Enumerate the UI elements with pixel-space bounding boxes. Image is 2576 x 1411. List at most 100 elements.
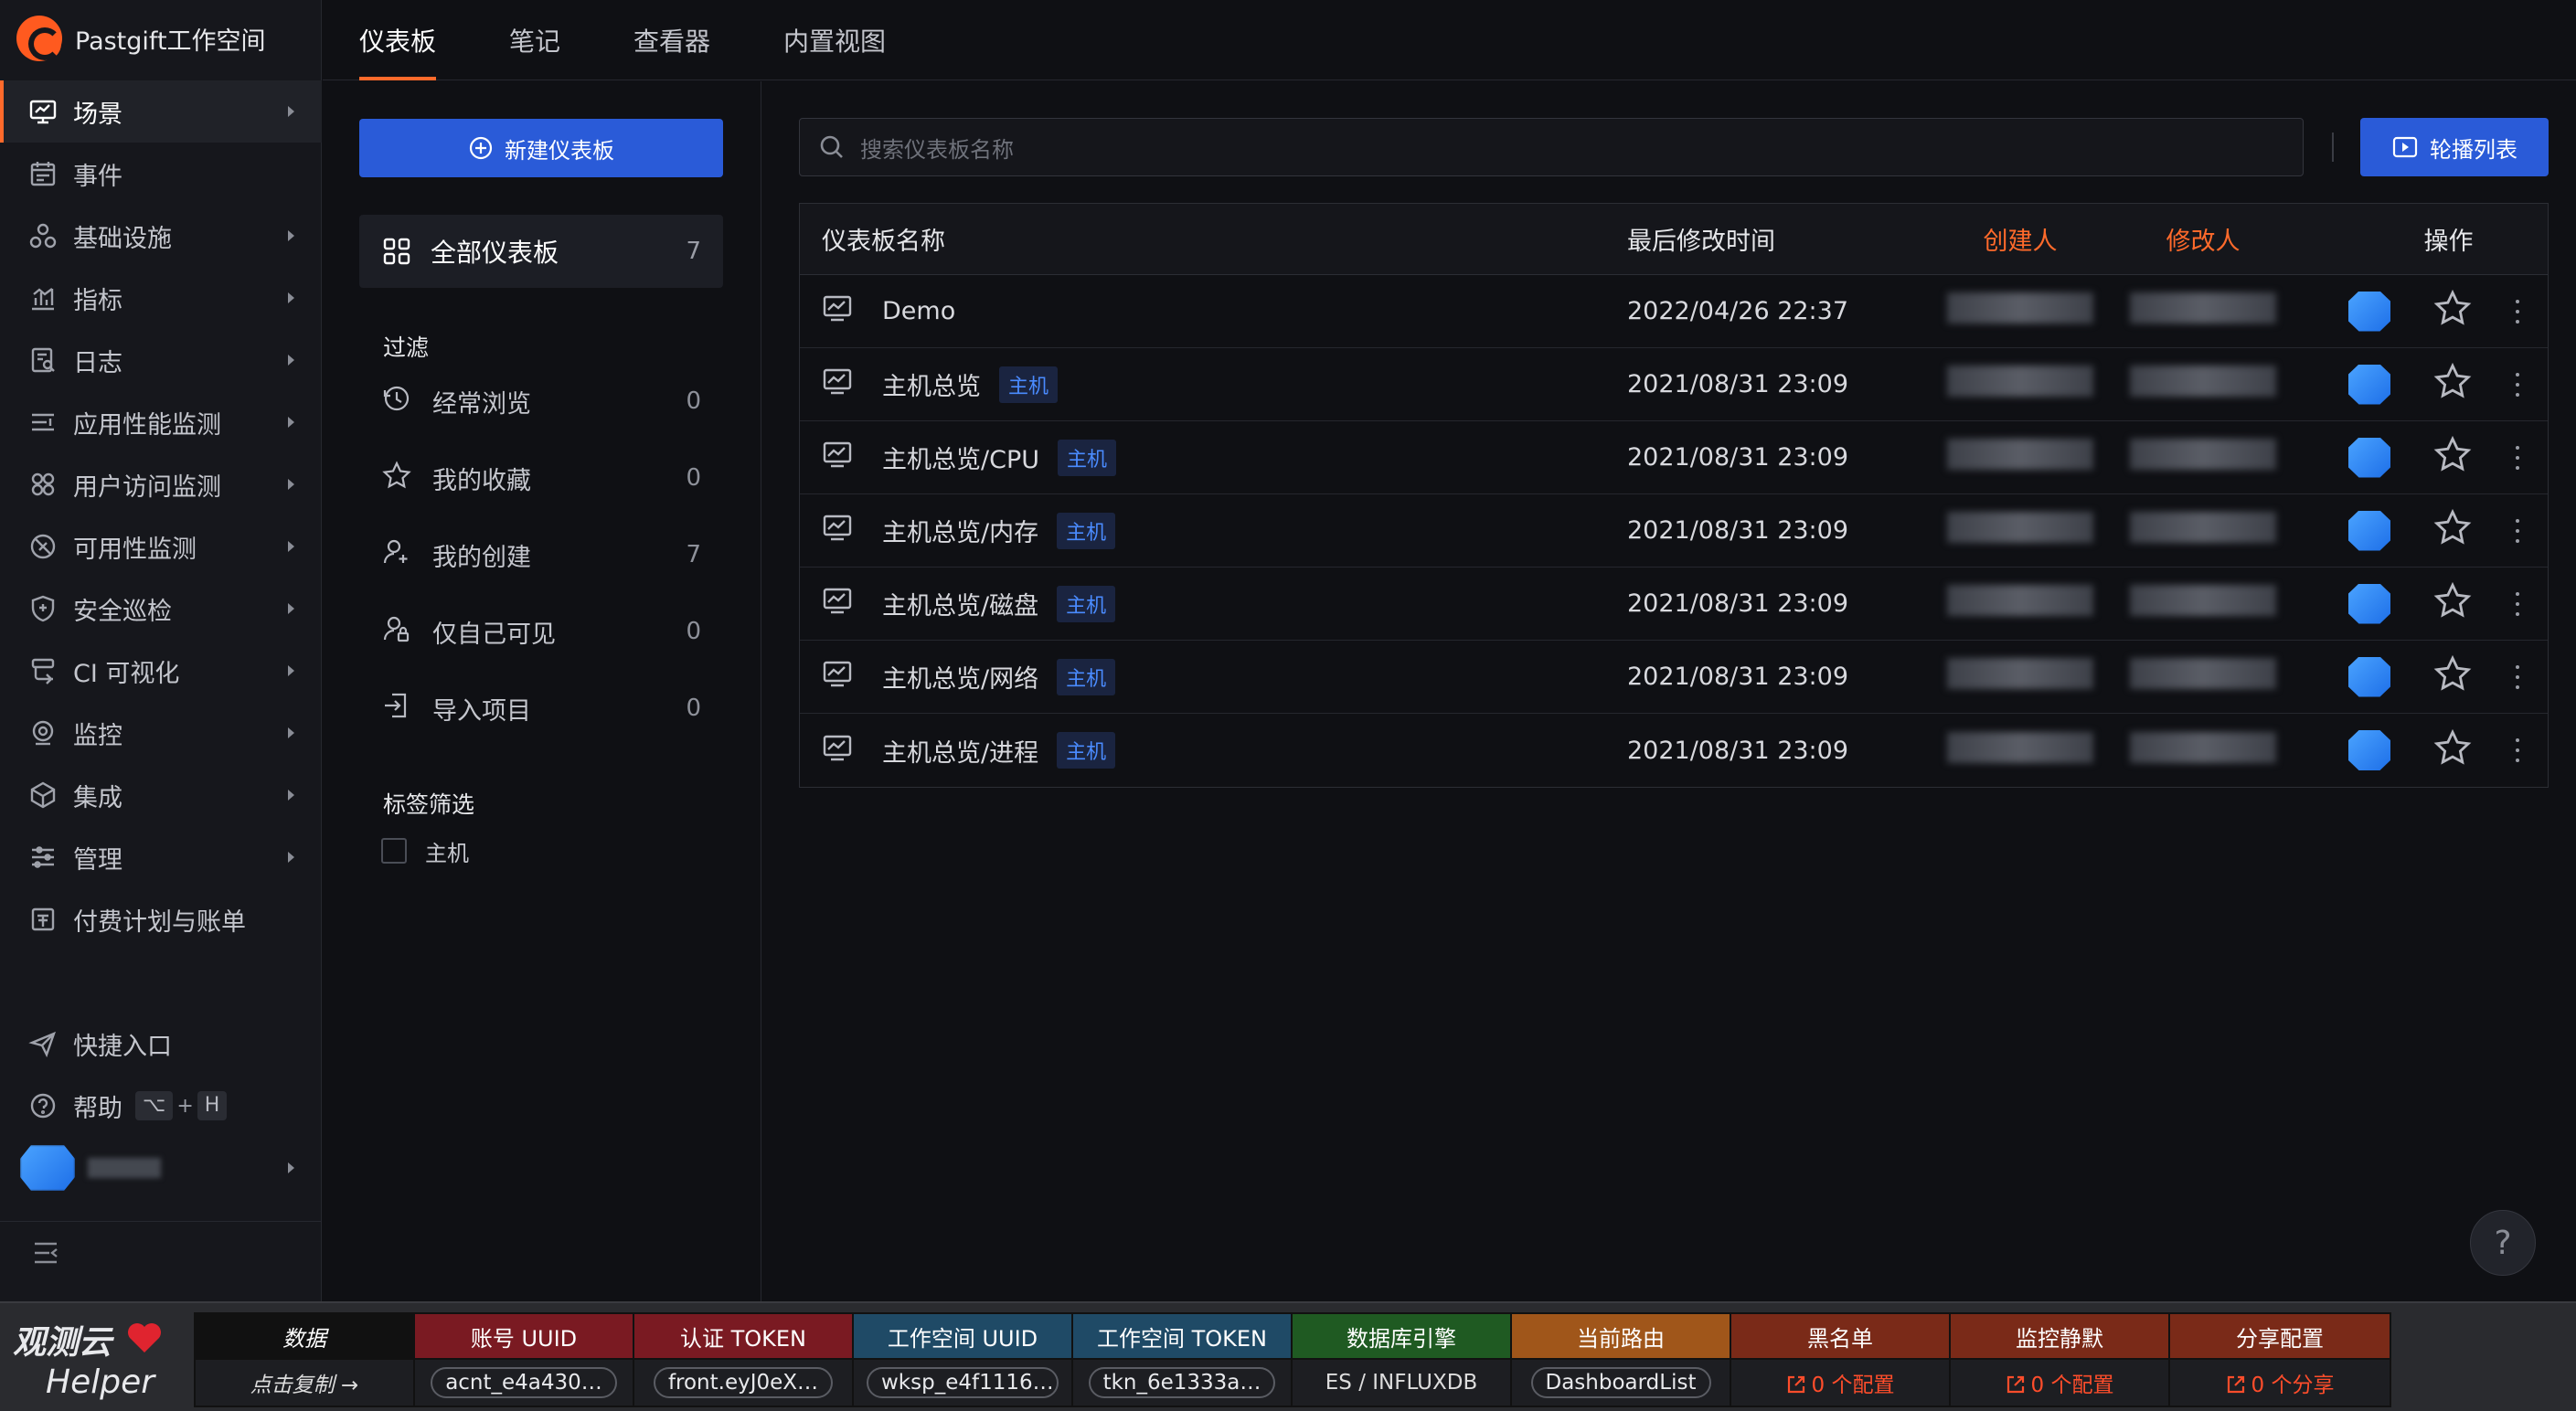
search-box[interactable]: 搜索仪表板名称 xyxy=(799,118,2304,176)
sidebar-item-11[interactable]: 集成 xyxy=(0,764,322,826)
tag-badge[interactable]: 主机 xyxy=(1057,732,1116,769)
sidebar-item-0[interactable]: 场景 xyxy=(0,80,322,143)
dashboard-filter-panel: 新建仪表板 全部仪表板 7 过滤 经常浏览 0 我的收藏 0 我的创建 7 仅自… xyxy=(323,81,761,1301)
tab-1[interactable]: 笔记 xyxy=(509,0,560,80)
workspace-header[interactable]: Pastgift工作空间 xyxy=(16,13,266,64)
table-row[interactable]: 主机总览/CPU 主机 2021/08/31 23:09 xyxy=(800,421,2548,494)
more-options-icon[interactable] xyxy=(2515,445,2520,470)
search-input[interactable]: 搜索仪表板名称 xyxy=(860,132,1014,164)
dashboard-name[interactable]: 主机总览/内存 xyxy=(882,513,1038,548)
view-icon[interactable] xyxy=(2348,583,2390,624)
helper-value-text[interactable]: 点击复制 → xyxy=(250,1367,359,1398)
workspace-name: Pastgift工作空间 xyxy=(75,27,266,56)
collapse-sidebar-button[interactable] xyxy=(0,1221,322,1283)
view-icon[interactable] xyxy=(2348,656,2390,697)
helper-value-pill[interactable]: acnt_e4a430… xyxy=(431,1367,617,1398)
help-entry[interactable]: 帮助 ⌥ + H xyxy=(0,1075,322,1137)
table-row[interactable]: Demo 2022/04/26 22:37 xyxy=(800,275,2548,348)
col-modifier-header[interactable]: 修改人 xyxy=(2112,221,2294,257)
sidebar-item-7[interactable]: 可用性监测 xyxy=(0,515,322,578)
view-icon[interactable] xyxy=(2348,364,2390,405)
dashboard-name[interactable]: 主机总览/网络 xyxy=(882,659,1038,695)
more-options-icon[interactable] xyxy=(2515,664,2520,689)
table-row[interactable]: 主机总览/进程 主机 2021/08/31 23:09 xyxy=(800,714,2548,787)
helper-value-pill[interactable]: front.eyJ0eX… xyxy=(653,1367,834,1398)
helper-column-header: 认证 TOKEN xyxy=(634,1314,852,1360)
dashboard-name[interactable]: 主机总览/磁盘 xyxy=(882,586,1038,621)
sidebar-item-5[interactable]: 应用性能监测 xyxy=(0,391,322,453)
user-menu[interactable] xyxy=(0,1137,322,1199)
dashboard-name[interactable]: 主机总览 xyxy=(882,366,981,402)
row-creator xyxy=(1929,439,2112,476)
tag-filter-item[interactable]: 主机 xyxy=(381,833,729,869)
sidebar-item-6[interactable]: 用户访问监测 xyxy=(0,453,322,515)
sidebar-item-1[interactable]: 事件 xyxy=(0,143,322,205)
table-row[interactable]: 主机总览/内存 主机 2021/08/31 23:09 xyxy=(800,494,2548,568)
view-icon[interactable] xyxy=(2348,510,2390,551)
favorite-star-icon[interactable] xyxy=(2432,434,2473,481)
help-shortcut-key-h: H xyxy=(197,1091,228,1120)
dashboard-name[interactable]: 主机总览/进程 xyxy=(882,733,1038,769)
tag-badge[interactable]: 主机 xyxy=(1057,658,1116,695)
favorite-star-icon[interactable] xyxy=(2432,653,2473,700)
sidebar-item-13[interactable]: 付费计划与账单 xyxy=(0,888,322,950)
view-icon[interactable] xyxy=(2348,437,2390,478)
tag-badge[interactable]: 主机 xyxy=(999,366,1059,403)
filter-item-2[interactable]: 我的创建 7 xyxy=(359,516,723,593)
filter-item-1[interactable]: 我的收藏 0 xyxy=(359,440,723,516)
helper-link[interactable]: 0 个分享 xyxy=(2226,1367,2334,1398)
helper-link[interactable]: 0 个配置 xyxy=(1786,1367,1895,1398)
view-icon[interactable] xyxy=(2348,730,2390,770)
carousel-list-button[interactable]: 轮播列表 xyxy=(2360,118,2549,176)
tag-badge[interactable]: 主机 xyxy=(1057,585,1116,622)
tab-2[interactable]: 查看器 xyxy=(633,0,710,80)
sidebar-item-4[interactable]: 日志 xyxy=(0,329,322,391)
dashboard-name[interactable]: Demo xyxy=(882,297,955,325)
filter-item-0[interactable]: 经常浏览 0 xyxy=(359,363,723,440)
more-options-icon[interactable] xyxy=(2515,518,2520,543)
table-row[interactable]: 主机总览/磁盘 主机 2021/08/31 23:09 xyxy=(800,568,2548,641)
sidebar-item-9[interactable]: CI 可视化 xyxy=(0,640,322,702)
sidebar-item-10[interactable]: 监控 xyxy=(0,702,322,764)
more-options-icon[interactable] xyxy=(2515,299,2520,324)
helper-value-pill[interactable]: DashboardList xyxy=(1530,1367,1711,1398)
tag-badge[interactable]: 主机 xyxy=(1058,439,1117,476)
shortcut-entry[interactable]: 快捷入口 xyxy=(0,1013,322,1075)
help-fab-button[interactable]: ? xyxy=(2470,1210,2536,1276)
favorite-star-icon[interactable] xyxy=(2432,507,2473,554)
tag-badge[interactable]: 主机 xyxy=(1057,512,1116,549)
sidebar-item-8[interactable]: 安全巡检 xyxy=(0,578,322,640)
favorite-star-icon[interactable] xyxy=(2432,580,2473,627)
sidebar-item-12[interactable]: 管理 xyxy=(0,826,322,888)
dashboard-name[interactable]: 主机总览/CPU xyxy=(882,440,1039,475)
filter-item-3[interactable]: 仅自己可见 0 xyxy=(359,593,723,670)
helper-value-pill[interactable]: tkn_6e1333a… xyxy=(1088,1367,1276,1398)
helper-link-label: 0 个配置 xyxy=(1811,1374,1895,1397)
favorite-star-icon[interactable] xyxy=(2432,727,2473,774)
view-icon[interactable] xyxy=(2348,291,2390,332)
all-dashboards-item[interactable]: 全部仪表板 7 xyxy=(359,215,723,288)
tag-checkbox[interactable] xyxy=(381,838,407,864)
tab-0[interactable]: 仪表板 xyxy=(359,0,437,80)
tab-3[interactable]: 内置视图 xyxy=(783,0,886,80)
new-dashboard-button[interactable]: 新建仪表板 xyxy=(359,119,723,177)
sidebar-item-3[interactable]: 指标 xyxy=(0,267,322,329)
helper-link[interactable]: 0 个配置 xyxy=(2006,1367,2113,1398)
more-options-icon[interactable] xyxy=(2515,372,2520,397)
dashboard-icon xyxy=(822,734,882,768)
filter-item-4[interactable]: 导入项目 0 xyxy=(359,670,723,747)
favorite-star-icon[interactable] xyxy=(2432,361,2473,408)
table-row[interactable]: 主机总览 主机 2021/08/31 23:09 xyxy=(800,348,2548,421)
more-options-icon[interactable] xyxy=(2515,738,2520,762)
rum-icon xyxy=(27,469,59,500)
col-creator-header[interactable]: 创建人 xyxy=(1929,221,2112,257)
grid-icon xyxy=(383,238,410,265)
helper-value-pill[interactable]: wksp_e4f1116… xyxy=(867,1367,1059,1398)
favorite-star-icon[interactable] xyxy=(2432,288,2473,334)
sidebar-bottom: 快捷入口 帮助 ⌥ + H xyxy=(0,1013,322,1199)
table-row[interactable]: 主机总览/网络 主机 2021/08/31 23:09 xyxy=(800,641,2548,714)
row-modifier xyxy=(2112,512,2294,549)
modifier-avatar-blurred xyxy=(2130,366,2276,397)
more-options-icon[interactable] xyxy=(2515,591,2520,616)
sidebar-item-2[interactable]: 基础设施 xyxy=(0,205,322,267)
